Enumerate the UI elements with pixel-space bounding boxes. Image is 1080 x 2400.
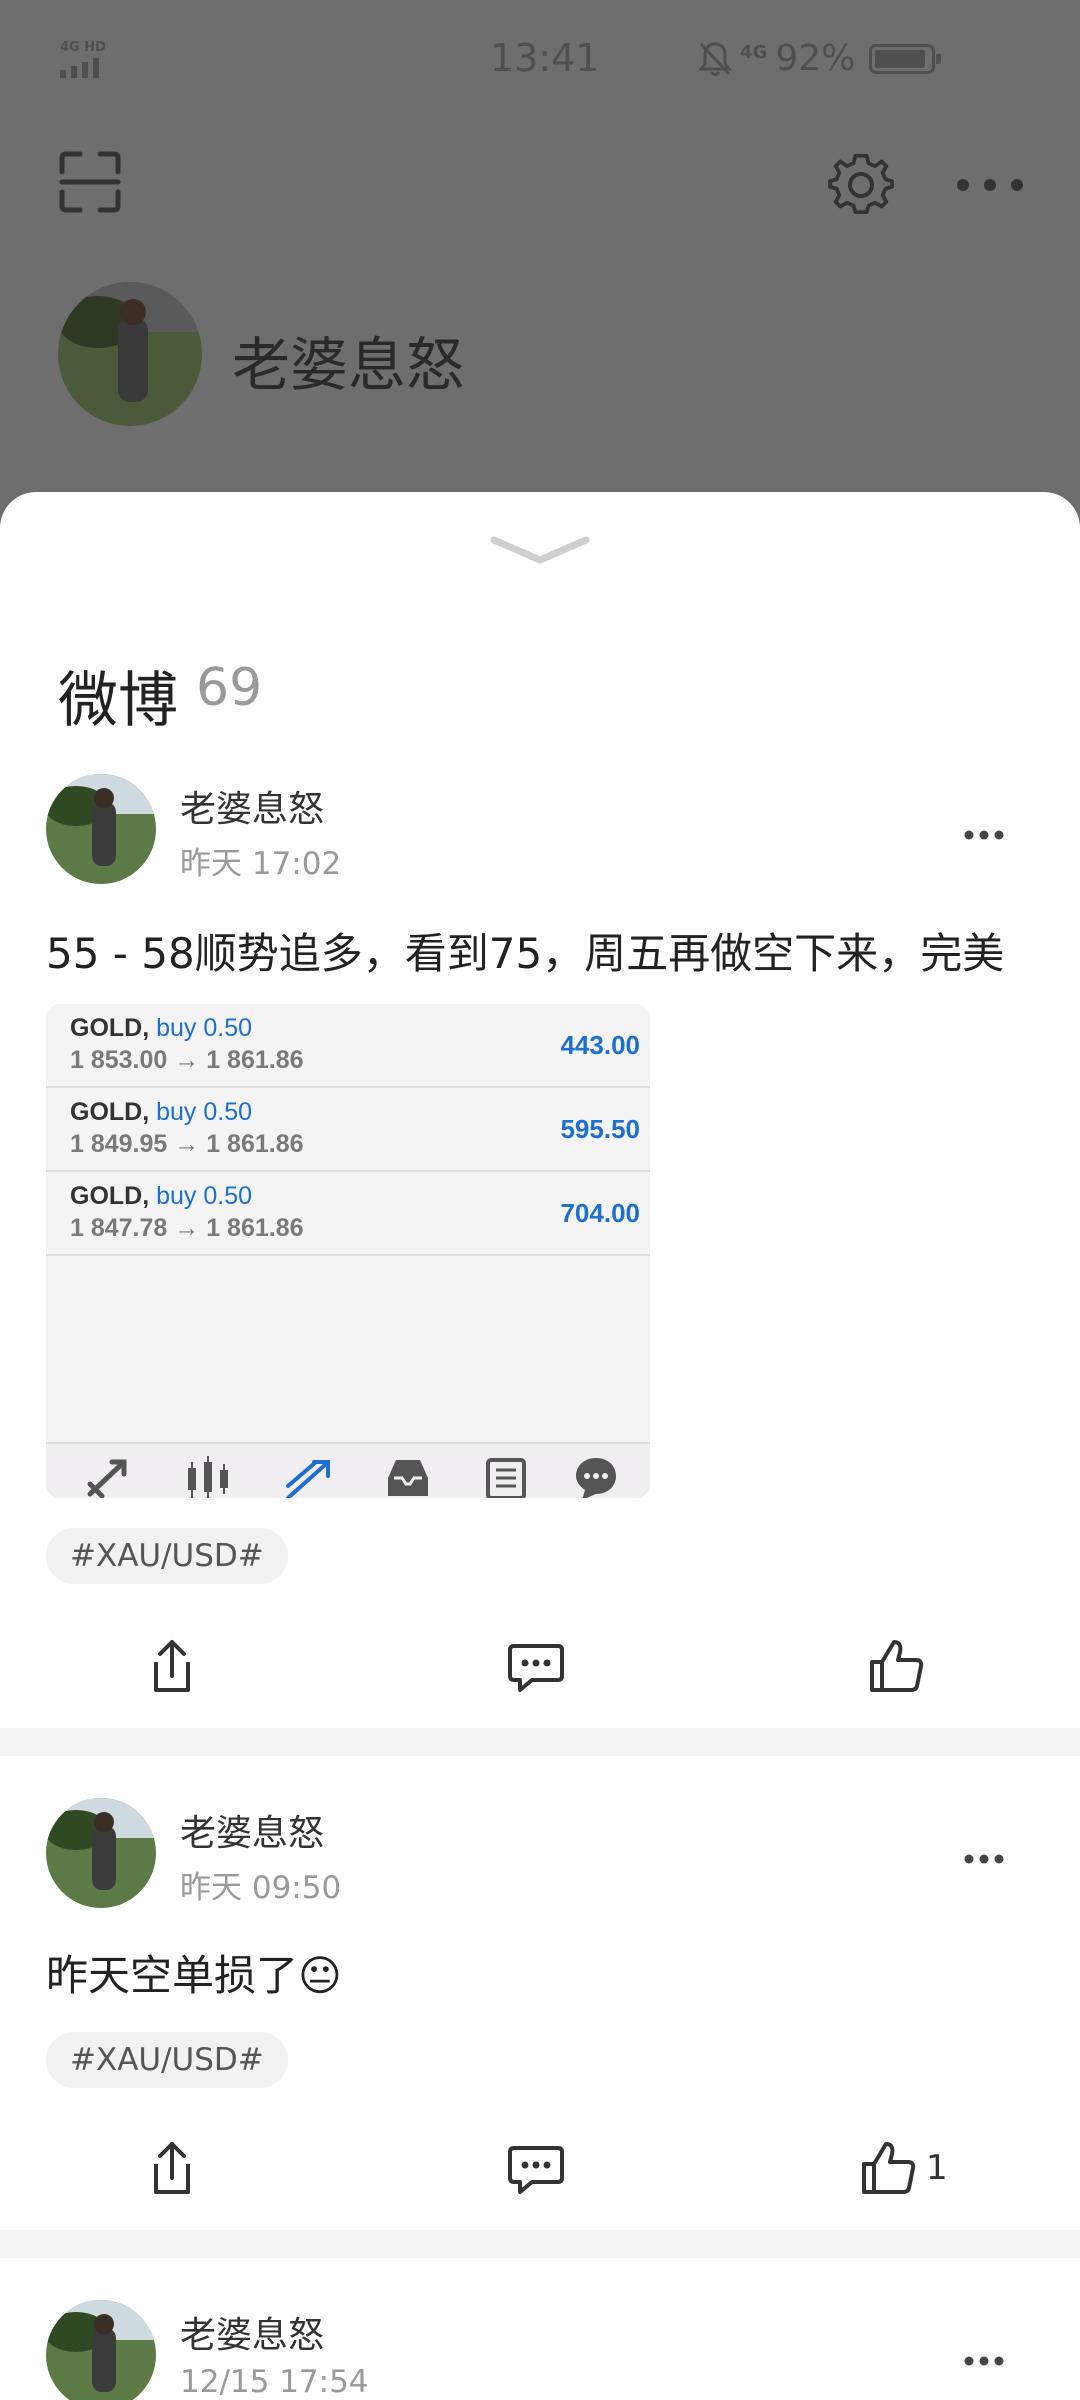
trade-side: buy 0.50: [156, 1098, 253, 1126]
trade-side: buy 0.50: [156, 1182, 253, 1210]
trade-symbol: GOLD,: [70, 1014, 150, 1042]
trade-row: GOLD, buy 0.50 1 847.78 → 1 861.86 704.0…: [46, 1172, 650, 1256]
post-image-trades[interactable]: GOLD, buy 0.50 1 853.00 → 1 861.86 443.0…: [46, 1004, 650, 1498]
more-icon[interactable]: [964, 1852, 1004, 1866]
trade-prices: 1 853.00 → 1 861.86: [70, 1046, 304, 1074]
post-divider: [0, 1728, 1080, 1756]
chat-icon: [572, 1454, 620, 1498]
avatar[interactable]: [46, 1798, 156, 1908]
trade-symbol: GOLD,: [70, 1098, 150, 1126]
quotes-icon: [84, 1454, 132, 1498]
trade-prices: 1 847.78 → 1 861.86: [70, 1214, 304, 1242]
post-author[interactable]: 老婆息怒: [180, 1804, 324, 1856]
trade-side: buy 0.50: [156, 1014, 253, 1042]
thumbs-up-icon[interactable]: [866, 1636, 926, 1696]
history-icon: [384, 1454, 432, 1498]
post-time: 昨天 09:50: [180, 1870, 342, 1906]
battery-percent: 92%: [775, 38, 856, 79]
trade-icon: [284, 1454, 332, 1498]
post-card: 老婆息怒 昨天 09:50 昨天空单损了😐 #XAU/USD# 1: [0, 1756, 1080, 2236]
battery-icon: [869, 43, 942, 74]
bell-off-icon: [698, 41, 732, 76]
post-time: 昨天 17:02: [180, 846, 342, 882]
news-icon: [482, 1454, 530, 1498]
gear-icon[interactable]: [828, 152, 894, 218]
trade-profit: 704.00: [560, 1198, 640, 1228]
trade-row: GOLD, buy 0.50 1 853.00 → 1 861.86 443.0…: [46, 1004, 650, 1088]
signal-icon: 4G HD: [58, 40, 110, 78]
scan-icon[interactable]: [58, 150, 122, 214]
clock: 13:41: [490, 36, 600, 80]
post-text: 55 - 58顺势追多，看到75，周五再做空下来，完美: [46, 929, 1005, 978]
trade-profit: 443.00: [560, 1030, 640, 1060]
share-icon[interactable]: [142, 2138, 202, 2198]
chart-icon: [184, 1454, 232, 1498]
network-type: 4G HD: [60, 40, 106, 55]
avatar[interactable]: [46, 2300, 156, 2400]
post-author[interactable]: 老婆息怒: [180, 2306, 324, 2358]
post-divider: [0, 2230, 1080, 2258]
trade-prices: 1 849.95 → 1 861.86: [70, 1130, 304, 1158]
status-right: 4G 92%: [698, 38, 942, 79]
post-author[interactable]: 老婆息怒: [180, 780, 324, 832]
post-time: 12/15 17:54: [180, 2364, 369, 2400]
thumbs-up-icon[interactable]: [858, 2138, 918, 2198]
more-icon[interactable]: [964, 2354, 1004, 2368]
more-icon[interactable]: [955, 175, 1025, 195]
post-card: 老婆息怒 昨天 17:02 55 - 58顺势追多，看到75，周五再做空下来，完…: [0, 492, 1080, 1732]
avatar[interactable]: [46, 774, 156, 884]
more-icon[interactable]: [964, 828, 1004, 842]
trade-profit: 595.50: [560, 1114, 640, 1144]
comment-icon[interactable]: [506, 2138, 566, 2198]
like-count: 1: [926, 2148, 948, 2188]
profile-name: 老婆息怒: [232, 331, 465, 399]
data-type: 4G: [740, 42, 768, 63]
trade-symbol: GOLD,: [70, 1182, 150, 1210]
trade-row: GOLD, buy 0.50 1 849.95 → 1 861.86 595.5…: [46, 1088, 650, 1172]
status-bar: 4G HD 13:41 4G 92%: [0, 0, 1080, 120]
topic-tag[interactable]: #XAU/USD#: [46, 2032, 288, 2088]
profile-avatar[interactable]: [58, 282, 202, 426]
topic-tag[interactable]: #XAU/USD#: [46, 1528, 288, 1584]
weibo-sheet: 微博 69 老婆息怒 昨天 17:02 55 - 58顺势追多，看到75，周五再…: [0, 492, 1080, 2400]
post-card: 老婆息怒 12/15 17:54: [0, 2258, 1080, 2400]
comment-icon[interactable]: [506, 1636, 566, 1696]
post-text: 昨天空单损了😐: [46, 1951, 342, 2000]
share-icon[interactable]: [142, 1636, 202, 1696]
trade-app-toolbar: [46, 1442, 650, 1498]
